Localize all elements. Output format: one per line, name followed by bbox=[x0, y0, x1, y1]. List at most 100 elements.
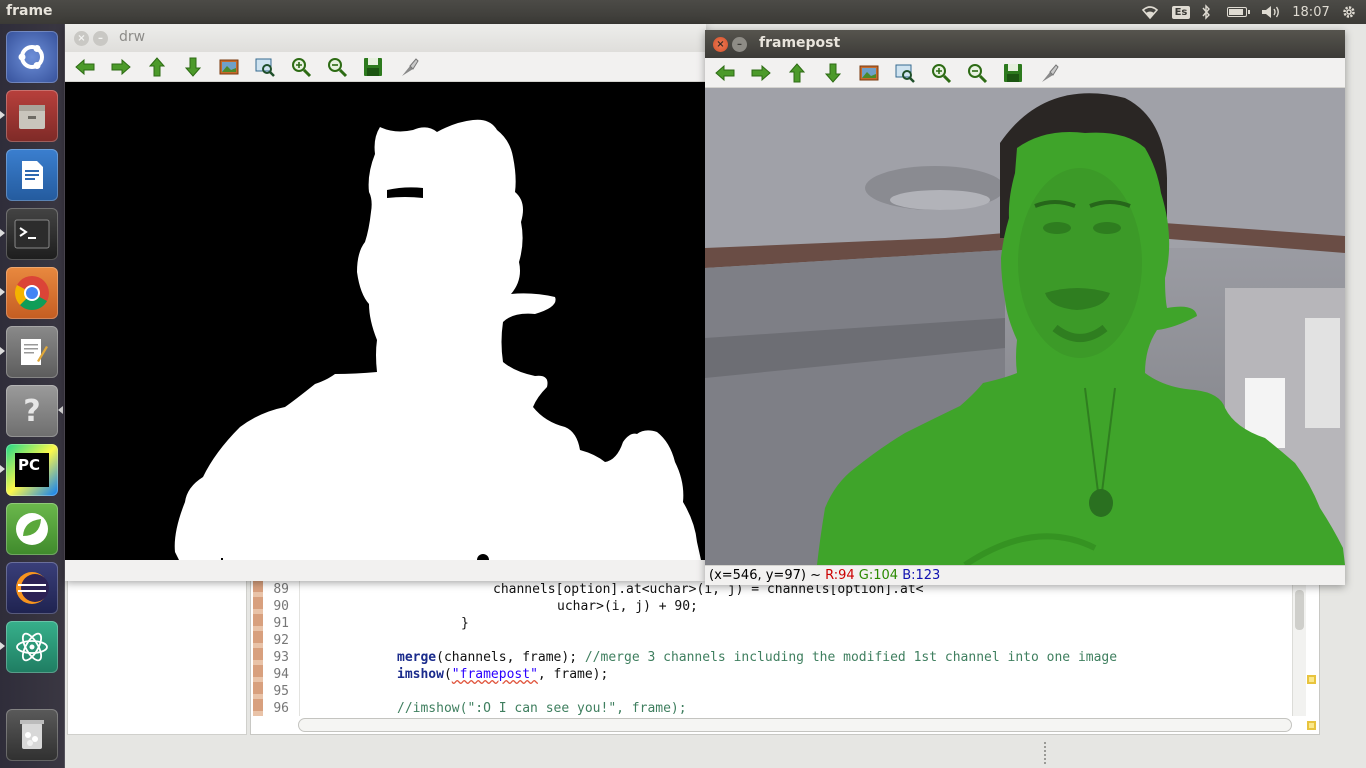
code-comment: //merge 3 channels including the modifie… bbox=[584, 650, 1118, 665]
files-icon[interactable] bbox=[6, 90, 58, 142]
close-button[interactable]: × bbox=[713, 37, 728, 52]
text-editor-icon[interactable] bbox=[6, 326, 58, 378]
drw-toolbar bbox=[65, 52, 706, 82]
horizontal-scrollbar[interactable] bbox=[298, 718, 1292, 732]
project-explorer-pane[interactable] bbox=[67, 580, 247, 735]
green-value: G:104 bbox=[858, 568, 899, 583]
warning-marker[interactable] bbox=[1307, 675, 1316, 684]
code-text: (channels, frame); bbox=[436, 650, 585, 665]
clock[interactable]: 18:07 bbox=[1289, 2, 1333, 22]
overview-ruler bbox=[1304, 580, 1320, 735]
minimize-button[interactable]: – bbox=[732, 37, 747, 52]
zoom-fit-icon[interactable] bbox=[253, 56, 277, 78]
line-number: 93 bbox=[273, 650, 289, 665]
spring-icon[interactable] bbox=[6, 503, 58, 555]
running-indicator bbox=[0, 347, 5, 355]
down-arrow-icon[interactable] bbox=[821, 62, 845, 84]
atom-icon[interactable] bbox=[6, 621, 58, 673]
framepost-window[interactable]: × – framepost (x=546, y=97) ~ R:94 G:104… bbox=[705, 30, 1345, 585]
foreground-mask bbox=[174, 119, 701, 560]
blue-value: B:123 bbox=[902, 568, 941, 583]
help-icon[interactable]: ? bbox=[6, 385, 58, 437]
trash-icon[interactable] bbox=[6, 709, 58, 761]
code-keyword: imshow bbox=[397, 667, 444, 682]
running-indicator bbox=[0, 229, 5, 237]
volume-icon[interactable] bbox=[1258, 2, 1284, 22]
properties-icon[interactable] bbox=[397, 56, 421, 78]
save-icon[interactable] bbox=[361, 56, 385, 78]
pixel-info-statusbar: (x=546, y=97) ~ R:94 G:104 B:123 bbox=[705, 565, 1345, 585]
properties-icon[interactable] bbox=[1037, 62, 1061, 84]
forward-arrow-icon[interactable] bbox=[749, 62, 773, 84]
gear-icon[interactable] bbox=[1338, 2, 1360, 22]
save-icon[interactable] bbox=[1001, 62, 1025, 84]
line-number-gutter: 89 90 91 92 93 94 95 96 bbox=[266, 580, 300, 716]
zoom-out-icon[interactable] bbox=[965, 62, 989, 84]
zoom-in-icon[interactable] bbox=[289, 56, 313, 78]
active-indicator bbox=[58, 406, 63, 414]
line-number: 95 bbox=[273, 684, 289, 699]
terminal-icon[interactable] bbox=[6, 208, 58, 260]
keyboard-layout-indicator[interactable]: Es bbox=[1170, 2, 1192, 22]
ubuntu-dash-icon[interactable] bbox=[6, 31, 58, 83]
framepost-toolbar bbox=[705, 58, 1345, 88]
back-arrow-icon[interactable] bbox=[73, 56, 97, 78]
running-indicator bbox=[0, 642, 5, 650]
keyboard-layout-label: Es bbox=[1171, 5, 1191, 19]
pane-sash[interactable] bbox=[1044, 742, 1046, 764]
code-text: ( bbox=[443, 667, 452, 682]
active-app-name: frame bbox=[6, 3, 53, 19]
close-button[interactable]: × bbox=[74, 31, 89, 46]
mask-image[interactable] bbox=[65, 82, 706, 560]
line-number: 92 bbox=[273, 633, 289, 648]
line-number: 91 bbox=[273, 616, 289, 631]
running-indicator bbox=[0, 465, 5, 473]
change-markers bbox=[253, 580, 263, 716]
zoom-out-icon[interactable] bbox=[325, 56, 349, 78]
forward-arrow-icon[interactable] bbox=[109, 56, 133, 78]
running-indicator bbox=[0, 111, 5, 119]
code-line[interactable]: } bbox=[461, 616, 469, 631]
code-line[interactable]: uchar>(i, j) + 90; bbox=[557, 599, 698, 614]
red-value: R:94 bbox=[825, 568, 855, 583]
drw-titlebar[interactable]: × – drw bbox=[65, 24, 706, 52]
writer-icon[interactable] bbox=[6, 149, 58, 201]
image-icon[interactable] bbox=[857, 62, 881, 84]
back-arrow-icon[interactable] bbox=[713, 62, 737, 84]
code-line[interactable]: merge(channels, frame); //merge 3 channe… bbox=[397, 650, 1117, 665]
clock-label: 18:07 bbox=[1292, 4, 1330, 20]
camera-frame-image[interactable] bbox=[705, 88, 1345, 565]
scrollbar-thumb[interactable] bbox=[1295, 590, 1304, 630]
zoom-fit-icon[interactable] bbox=[893, 62, 917, 84]
pycharm-icon[interactable]: PC bbox=[6, 444, 58, 496]
minimize-button[interactable]: – bbox=[93, 31, 108, 46]
code-comment[interactable]: //imshow(":O I can see you!", frame); bbox=[397, 701, 687, 716]
bluetooth-icon[interactable] bbox=[1198, 2, 1214, 22]
code-keyword: merge bbox=[397, 650, 437, 665]
code-line[interactable]: imshow("framepost", frame); bbox=[397, 667, 608, 682]
code-string: "framepost" bbox=[451, 667, 538, 682]
window-title: framepost bbox=[759, 35, 841, 51]
running-indicator bbox=[0, 288, 5, 296]
image-icon[interactable] bbox=[217, 56, 241, 78]
battery-icon[interactable] bbox=[1222, 2, 1252, 22]
code-text: , frame); bbox=[537, 667, 609, 682]
line-number: 89 bbox=[273, 582, 289, 597]
zoom-in-icon[interactable] bbox=[929, 62, 953, 84]
up-arrow-icon[interactable] bbox=[145, 56, 169, 78]
down-arrow-icon[interactable] bbox=[181, 56, 205, 78]
up-arrow-icon[interactable] bbox=[785, 62, 809, 84]
framepost-titlebar[interactable]: × – framepost bbox=[705, 30, 1345, 58]
line-number: 90 bbox=[273, 599, 289, 614]
eclipse-icon[interactable] bbox=[6, 562, 58, 614]
drw-window[interactable]: × – drw bbox=[65, 24, 706, 581]
cursor-coordinates: (x=546, y=97) ~ bbox=[709, 568, 826, 583]
camera-scene bbox=[705, 88, 1345, 565]
window-title: drw bbox=[119, 29, 146, 45]
top-panel: frame Es 18:07 bbox=[0, 0, 1366, 24]
wifi-icon[interactable] bbox=[1138, 2, 1162, 22]
chrome-icon[interactable] bbox=[6, 267, 58, 319]
line-number: 96 bbox=[273, 701, 289, 716]
launcher: ? PC bbox=[0, 24, 65, 768]
warning-marker[interactable] bbox=[1307, 721, 1316, 730]
